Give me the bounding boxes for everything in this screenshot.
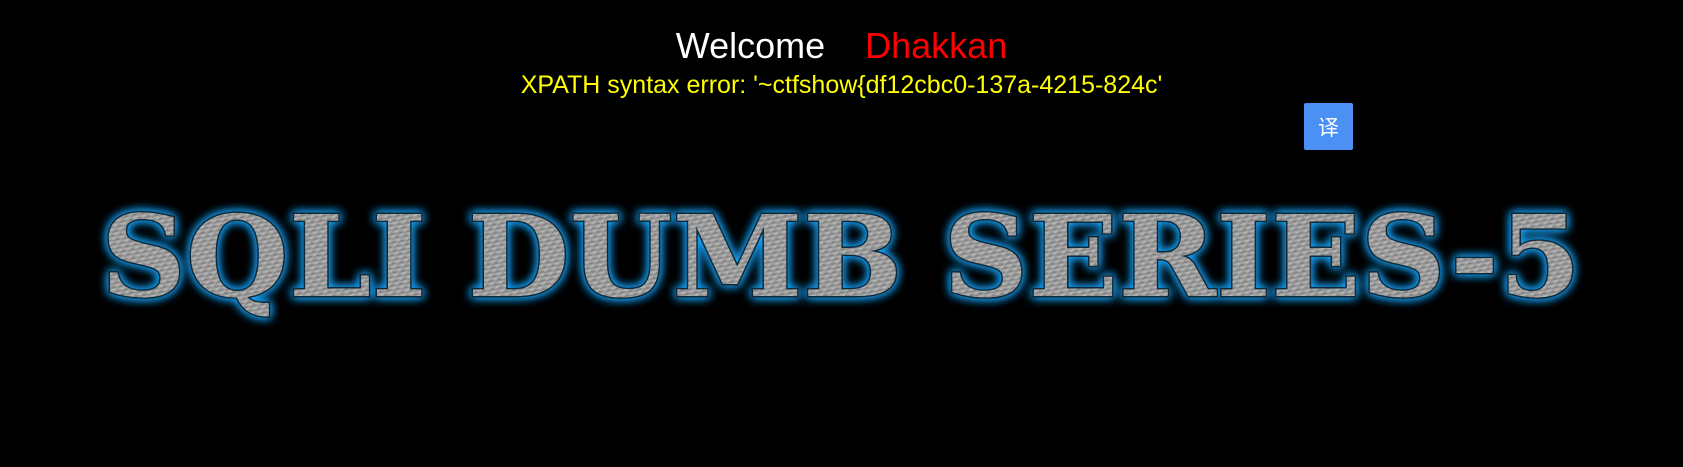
banner-title: SQLI DUMB SERIES-5 — [101, 192, 1581, 323]
welcome-text: Welcome — [675, 25, 826, 66]
banner-logo: SQLI DUMB SERIES-5 — [100, 191, 1583, 325]
welcome-line: Welcome Dhakkan — [0, 22, 1683, 70]
error-message: XPATH syntax error: '~ctfshow{df12cbc0-1… — [520, 71, 1163, 99]
page-header: Welcome Dhakkan XPATH syntax error: '~ctf… — [0, 22, 1683, 100]
username-text: Dhakkan — [865, 25, 1008, 66]
translate-button[interactable]: 译 — [1304, 103, 1353, 150]
